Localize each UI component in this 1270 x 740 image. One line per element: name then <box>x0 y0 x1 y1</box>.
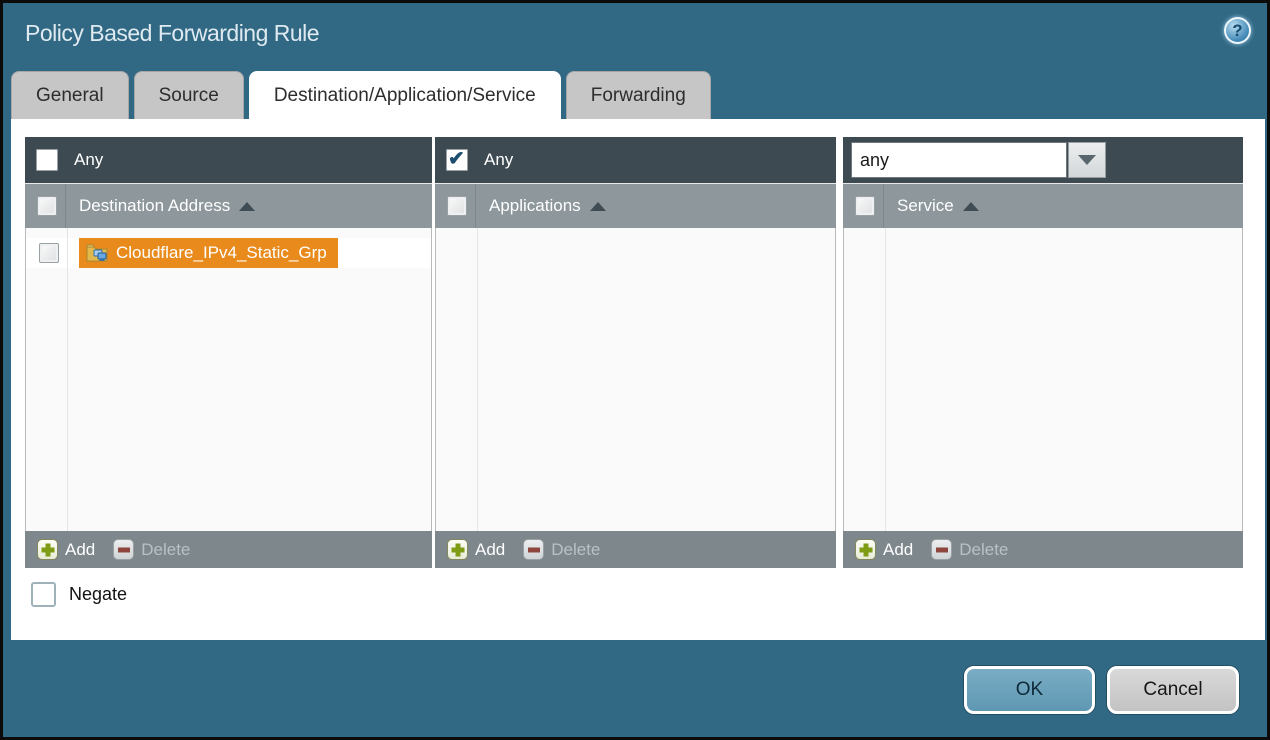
sort-ascending-icon[interactable] <box>239 202 255 211</box>
service-delete-button[interactable]: Delete <box>913 539 1008 560</box>
add-button-label: Add <box>883 540 913 560</box>
negate-row: Negate <box>31 582 127 607</box>
help-icon[interactable]: ? <box>1224 17 1251 44</box>
add-button-label: Add <box>65 540 95 560</box>
delete-button-label: Delete <box>959 540 1008 560</box>
destination-any-bar: Any <box>25 137 432 184</box>
destination-table-header: Destination Address <box>25 184 432 228</box>
tab-content-panel: Any Destination Address <box>11 119 1265 640</box>
chevron-down-icon[interactable] <box>1068 142 1106 178</box>
service-add-button[interactable]: Add <box>855 539 913 560</box>
destination-footer: Add Delete <box>25 531 432 568</box>
tab-destination-application-service[interactable]: Destination/Application/Service <box>249 71 561 119</box>
sort-ascending-icon[interactable] <box>963 202 979 211</box>
service-column-header-label[interactable]: Service <box>897 196 954 216</box>
destination-address-label: Cloudflare_IPv4_Static_Grp <box>116 243 327 263</box>
tab-source[interactable]: Source <box>134 71 244 119</box>
row-checkbox[interactable] <box>39 243 59 263</box>
service-dropdown-value[interactable]: any <box>851 142 1067 178</box>
delete-icon <box>931 539 952 560</box>
applications-select-all-cell <box>435 184 476 228</box>
applications-add-button[interactable]: Add <box>447 539 505 560</box>
applications-any-label: Any <box>484 150 513 170</box>
applications-list <box>435 228 836 531</box>
service-list <box>843 228 1243 531</box>
address-group-icon <box>86 244 108 262</box>
add-button-label: Add <box>475 540 505 560</box>
service-table-header: Service <box>843 184 1243 228</box>
destination-add-button[interactable]: Add <box>37 539 95 560</box>
dialog-titlebar: Policy Based Forwarding Rule ? <box>3 3 1267 67</box>
applications-delete-button[interactable]: Delete <box>505 539 600 560</box>
applications-table-header: Applications <box>435 184 836 228</box>
tab-bar: General Source Destination/Application/S… <box>11 71 711 119</box>
destination-delete-button[interactable]: Delete <box>95 539 190 560</box>
service-select-all-checkbox[interactable] <box>855 196 875 216</box>
tab-forwarding[interactable]: Forwarding <box>566 71 711 119</box>
service-dropdown: any <box>851 142 1106 178</box>
dialog-title: Policy Based Forwarding Rule <box>25 20 319 47</box>
applications-any-bar: Any <box>435 137 836 184</box>
destination-any-label: Any <box>74 150 103 170</box>
destination-any-checkbox[interactable] <box>36 149 58 171</box>
negate-label: Negate <box>69 584 127 605</box>
sort-ascending-icon[interactable] <box>590 202 606 211</box>
table-row: Cloudflare_IPv4_Static_Grp <box>26 238 431 268</box>
applications-any-checkbox[interactable] <box>446 149 468 171</box>
add-icon <box>855 539 876 560</box>
cancel-button[interactable]: Cancel <box>1107 666 1239 714</box>
destination-list: Cloudflare_IPv4_Static_Grp <box>25 228 432 531</box>
service-dropdown-bar: any <box>843 137 1243 184</box>
ok-button[interactable]: OK <box>964 666 1095 714</box>
destination-select-all-cell <box>25 184 66 228</box>
destination-select-all-checkbox[interactable] <box>37 196 57 216</box>
service-footer: Add Delete <box>843 531 1243 568</box>
applications-column-header-label[interactable]: Applications <box>489 196 581 216</box>
delete-icon <box>523 539 544 560</box>
service-column: any Service Add Delete <box>843 137 1243 568</box>
applications-column: Any Applications Add Delete <box>435 137 836 568</box>
negate-checkbox[interactable] <box>31 582 56 607</box>
delete-button-label: Delete <box>551 540 600 560</box>
applications-select-all-checkbox[interactable] <box>447 196 467 216</box>
delete-button-label: Delete <box>141 540 190 560</box>
add-icon <box>37 539 58 560</box>
service-select-all-cell <box>843 184 884 228</box>
destination-address-entry[interactable]: Cloudflare_IPv4_Static_Grp <box>79 238 338 268</box>
tab-general[interactable]: General <box>11 71 129 119</box>
policy-based-forwarding-rule-dialog: Policy Based Forwarding Rule ? General S… <box>0 0 1270 740</box>
destination-column-header-label[interactable]: Destination Address <box>79 196 230 216</box>
destination-address-column: Any Destination Address <box>25 137 432 568</box>
delete-icon <box>113 539 134 560</box>
add-icon <box>447 539 468 560</box>
applications-footer: Add Delete <box>435 531 836 568</box>
